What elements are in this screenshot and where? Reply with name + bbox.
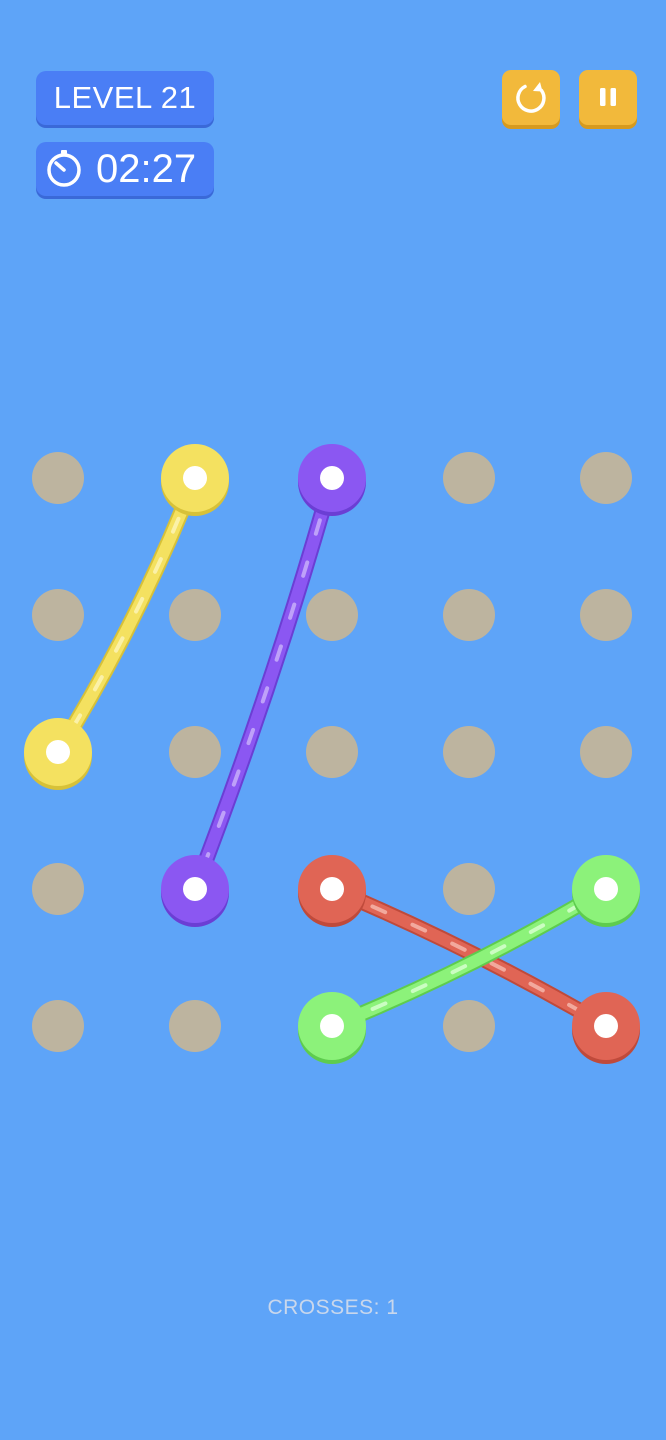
anchor-hole — [320, 877, 344, 901]
grid-peg — [443, 726, 495, 778]
grid-peg — [32, 589, 84, 641]
anchor-yellow[interactable] — [24, 718, 92, 790]
grid-peg — [443, 452, 495, 504]
grid-peg — [306, 726, 358, 778]
grid-peg — [169, 1000, 221, 1052]
grid-peg — [169, 589, 221, 641]
anchor-green[interactable] — [298, 992, 366, 1064]
anchor-purple[interactable] — [298, 444, 366, 516]
crosses-counter: CROSSES: 1 — [267, 1296, 399, 1319]
anchor-yellow[interactable] — [161, 444, 229, 516]
grid-peg — [169, 726, 221, 778]
grid-peg — [32, 452, 84, 504]
game-board — [24, 444, 640, 1064]
anchor-green[interactable] — [572, 855, 640, 927]
grid-peg — [580, 452, 632, 504]
grid-peg — [32, 863, 84, 915]
anchor-hole — [594, 1014, 618, 1038]
anchor-hole — [594, 877, 618, 901]
anchor-hole — [46, 740, 70, 764]
rope-body — [189, 472, 338, 895]
anchor-hole — [320, 466, 344, 490]
anchor-hole — [320, 1014, 344, 1038]
grid-peg — [580, 726, 632, 778]
grid-peg — [32, 1000, 84, 1052]
anchor-purple[interactable] — [161, 855, 229, 927]
grid-peg — [306, 589, 358, 641]
grid-peg — [443, 1000, 495, 1052]
grid-peg — [443, 589, 495, 641]
anchor-hole — [183, 877, 207, 901]
grid-peg — [580, 589, 632, 641]
anchor-red[interactable] — [298, 855, 366, 927]
rope-purple[interactable] — [187, 470, 340, 897]
grid-peg — [443, 863, 495, 915]
anchor-hole — [183, 466, 207, 490]
anchor-red[interactable] — [572, 992, 640, 1064]
